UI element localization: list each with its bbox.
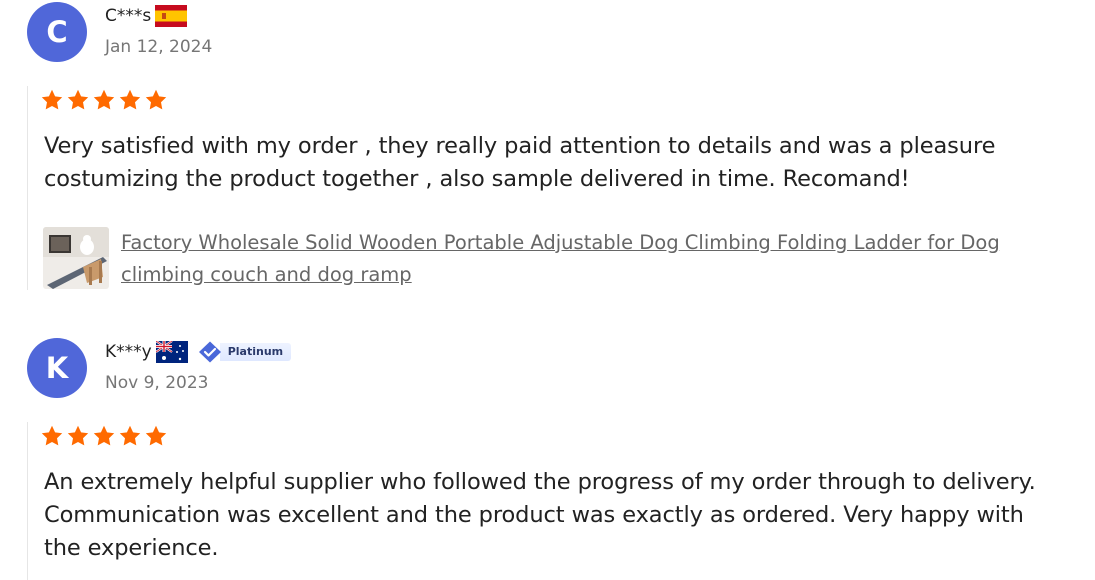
avatar: C (27, 2, 87, 62)
reviewer-info: C***s (105, 5, 188, 27)
review-text: Very satisfied with my order , they real… (44, 133, 996, 192)
star-icon (145, 425, 167, 446)
review-card: K K***y Platinum Nov 9, 2023 An extremel… (0, 336, 1095, 580)
star-icon (41, 425, 63, 446)
avatar-letter: C (46, 15, 68, 49)
verified-shield-icon (198, 341, 221, 363)
star-rating (40, 424, 168, 448)
australia-flag-icon (155, 341, 188, 363)
divider (27, 86, 28, 290)
star-icon (119, 425, 141, 446)
platinum-badge: Platinum (196, 341, 292, 363)
reviewer-info: K***y Platinum (105, 341, 292, 363)
review-card: C C***s Jan 12, 2024 Very satisfied with… (0, 0, 1095, 300)
review-text: An extremely helpful supplier who follow… (44, 469, 1036, 561)
avatar: K (27, 338, 87, 398)
star-rating (40, 88, 168, 112)
reviewer-name: C***s (105, 6, 152, 26)
product-link[interactable]: Factory Wholesale Solid Wooden Portable … (121, 227, 1041, 291)
star-icon (67, 425, 89, 446)
badge-label: Platinum (219, 343, 292, 361)
star-icon (67, 89, 89, 110)
review-date: Nov 9, 2023 (105, 373, 209, 393)
product-thumbnail[interactable] (43, 227, 109, 289)
review-date: Jan 12, 2024 (105, 37, 213, 57)
star-icon (41, 89, 63, 110)
avatar-letter: K (45, 351, 69, 385)
star-icon (119, 89, 141, 110)
reviewer-name: K***y (105, 342, 152, 362)
star-icon (93, 89, 115, 110)
spain-flag-icon (155, 5, 188, 27)
star-icon (145, 89, 167, 110)
star-icon (93, 425, 115, 446)
reviewed-product[interactable]: Factory Wholesale Solid Wooden Portable … (43, 227, 1041, 291)
divider (27, 422, 28, 580)
